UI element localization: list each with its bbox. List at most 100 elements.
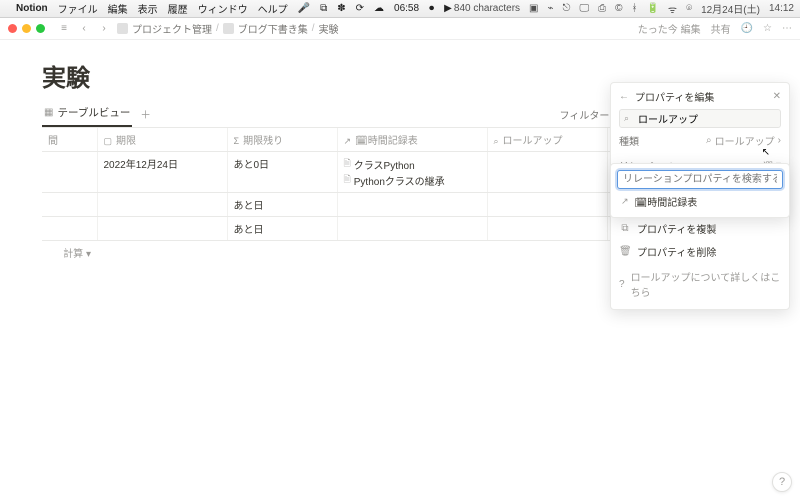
breadcrumb-3[interactable]: 実験 <box>319 21 339 36</box>
rollup-icon: ⌕ <box>494 136 499 146</box>
formula-icon: Σ <box>234 136 240 146</box>
menubar-time: 14:12 <box>769 3 794 14</box>
relation-chip-label: クラスPython <box>354 157 415 172</box>
battery-icon[interactable]: 🔋 <box>646 3 658 14</box>
table-icon: ▦ <box>44 107 53 118</box>
relation-chip-label: Pythonクラスの継承 <box>354 173 445 188</box>
relation-search-dropdown: ↗ 🗓時間記録表 <box>610 163 790 218</box>
filter-button[interactable]: フィルター <box>560 107 610 122</box>
col-header-relation[interactable]: ↗🗓時間記録表 <box>337 128 487 152</box>
type-row[interactable]: 種類 ⌕ロールアップ› <box>619 128 781 153</box>
action-label: プロパティを複製 <box>637 221 716 236</box>
col-header-rollup[interactable]: ⌕ロールアップ <box>487 128 607 152</box>
menu-help[interactable]: ヘルプ <box>258 1 288 16</box>
chevron-down-icon: ▾ <box>86 249 91 260</box>
zoom-window-icon[interactable] <box>36 24 45 33</box>
page-icon <box>223 23 234 34</box>
menu-view[interactable]: 表示 <box>138 1 158 16</box>
action-label: プロパティを削除 <box>637 244 716 259</box>
help-icon: ? <box>619 279 625 290</box>
rollup-icon: ⌕ <box>624 113 629 124</box>
breadcrumb-sep: / <box>216 23 219 34</box>
minimize-window-icon[interactable] <box>22 24 31 33</box>
page-icon <box>117 23 128 34</box>
trash-icon: 🗑 <box>619 246 631 257</box>
updates-icon[interactable]: 🕘 <box>741 23 753 34</box>
slack-icon[interactable]: ✽ <box>337 3 345 14</box>
control-center-icon[interactable]: ⌾ <box>686 3 692 14</box>
wifi-icon[interactable]: ᯤ <box>668 2 677 16</box>
close-icon[interactable]: ✕ <box>773 91 781 102</box>
property-name-input[interactable] <box>619 109 781 128</box>
relation-option[interactable]: ↗ 🗓時間記録表 <box>617 189 783 211</box>
cell-remaining[interactable]: あと日 <box>227 193 337 217</box>
cell-remaining[interactable]: あと日 <box>227 217 337 241</box>
calc-row[interactable]: 計算 ▾ <box>42 241 97 264</box>
relation-icon: ↗ <box>621 196 629 207</box>
sync-icon[interactable]: ⟳ <box>356 3 364 14</box>
breadcrumb-1[interactable]: プロジェクト管理 <box>132 21 212 36</box>
rollup-icon: ⌕ <box>706 135 712 146</box>
dropbox-icon[interactable]: ⧉ <box>320 3 327 14</box>
link-label: ロールアップについて詳しくはこちら <box>631 269 781 299</box>
col-header-date[interactable]: ▢期限 <box>97 128 227 152</box>
share-button[interactable]: 共有 <box>711 21 731 36</box>
help-button[interactable]: ? <box>772 472 792 492</box>
macos-menubar: Notion ファイル 編集 表示 履歴 ウィンドウ ヘルプ 🎤 ⧉ ✽ ⟳ ☁… <box>0 0 800 18</box>
calendar-icon: ▢ <box>104 136 113 146</box>
cell-date[interactable]: 2022年12月24日 <box>97 152 227 193</box>
cell-relation[interactable]: 🗎クラスPython 🗎Pythonクラスの継承 <box>337 152 487 193</box>
duplicate-property-button[interactable]: ⧉ プロパティを複製 <box>619 217 781 240</box>
col-header-formula[interactable]: Σ期限残り <box>227 128 337 152</box>
menu-edit[interactable]: 編集 <box>108 1 128 16</box>
tray-icon-6[interactable]: © <box>615 3 622 14</box>
duplicate-icon: ⧉ <box>619 223 631 234</box>
tab-table-view[interactable]: ▦ テーブルビュー <box>42 101 132 127</box>
breadcrumb-2[interactable]: ブログ下書き集 <box>238 21 308 36</box>
tray-icon-2[interactable]: ⌁ <box>548 3 554 14</box>
sidebar-toggle-icon[interactable]: ≡ <box>57 23 71 34</box>
nav-back-icon[interactable]: ‹ <box>77 23 91 34</box>
window-toolbar: ≡ ‹ › プロジェクト管理 / ブログ下書き集 / 実験 たった今 編集 共有… <box>0 18 800 40</box>
page-icon: 🗎 <box>344 156 351 172</box>
tray-icon-1[interactable]: ▣ <box>529 3 538 14</box>
type-value: ロールアップ <box>715 133 775 148</box>
relation-search-input[interactable] <box>617 170 783 189</box>
bluetooth-icon[interactable]: ᚼ <box>631 3 637 14</box>
menu-history[interactable]: 履歴 <box>168 1 188 16</box>
type-label: 種類 <box>619 133 639 148</box>
cloud-icon[interactable]: ☁︎ <box>374 3 384 14</box>
col-header[interactable]: 間 <box>42 128 97 152</box>
delete-property-button[interactable]: 🗑 プロパティを削除 <box>619 240 781 263</box>
tab-label: テーブルビュー <box>57 105 130 120</box>
edited-label: たった今 編集 <box>638 21 701 36</box>
clock-left: 06:58 <box>394 3 419 14</box>
cell-remaining[interactable]: あと0日 <box>227 152 337 193</box>
back-icon[interactable]: ← <box>619 91 629 102</box>
play-icon[interactable]: ▶ <box>444 3 452 14</box>
menubar-date: 12月24日(土) <box>701 1 760 16</box>
menu-window[interactable]: ウィンドウ <box>198 1 248 16</box>
traffic-lights[interactable] <box>8 24 45 33</box>
favorite-icon[interactable]: ☆ <box>763 23 772 34</box>
chevron-right-icon: › <box>778 135 781 146</box>
breadcrumb-sep: / <box>312 23 315 34</box>
panel-title: プロパティを編集 <box>635 89 714 104</box>
relation-icon: ↗ <box>344 136 352 146</box>
tray-icon-3[interactable]: ⎋ <box>563 3 571 14</box>
option-label: 🗓時間記録表 <box>635 194 698 209</box>
add-view-icon[interactable]: ＋ <box>140 107 151 122</box>
breadcrumb: プロジェクト管理 / ブログ下書き集 / 実験 <box>117 21 339 36</box>
close-window-icon[interactable] <box>8 24 17 33</box>
tray-icon-5[interactable]: ⎙ <box>598 3 606 14</box>
rec-icon[interactable]: ⏺ <box>429 3 434 14</box>
learn-more-link[interactable]: ? ロールアップについて詳しくはこちら <box>619 263 781 301</box>
tray-icon-4[interactable]: 🖵 <box>579 3 589 14</box>
mic-icon[interactable]: 🎤 <box>298 3 310 14</box>
menubar-app[interactable]: Notion <box>16 3 48 14</box>
nav-forward-icon[interactable]: › <box>97 23 111 34</box>
page-more-icon[interactable]: ⋯ <box>782 23 792 34</box>
status-text: 840 characters <box>454 3 520 14</box>
page-icon: 🗎 <box>344 172 351 188</box>
menu-file[interactable]: ファイル <box>58 1 98 16</box>
